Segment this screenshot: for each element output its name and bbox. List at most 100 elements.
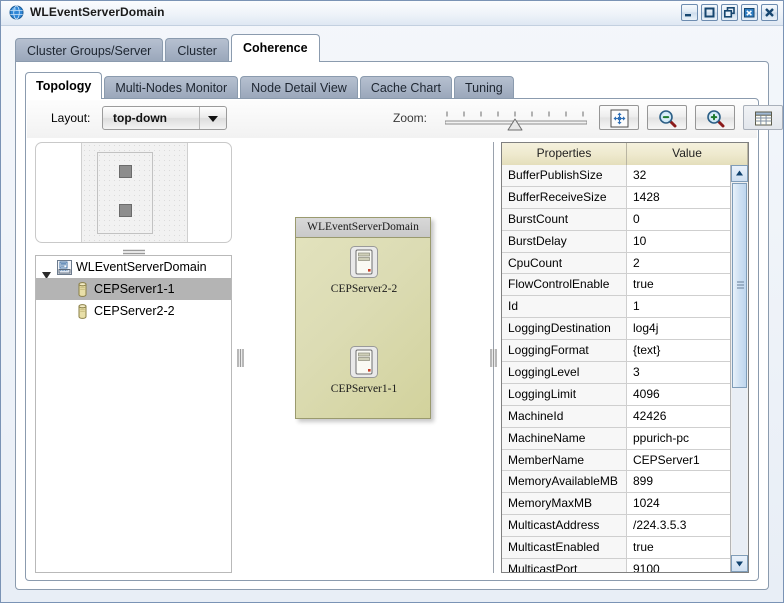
column-header-properties[interactable]: Properties [502,143,627,165]
splitter-grip-icon [237,348,244,367]
property-name-cell: MachineName [502,427,627,449]
outer-tab-panel: Topology Multi-Nodes Monitor Node Detail… [15,61,783,590]
tree-item-label: WLEventServerDomain [76,260,207,274]
left-splitter[interactable] [234,142,247,573]
tree-item-cepserver1-1[interactable]: CEPServer1-1 [36,278,231,300]
table-row[interactable]: MemoryAvailableMB 899 [502,471,731,494]
property-name-cell: MulticastEnabled [502,537,627,559]
tab-topology[interactable]: Topology [25,72,103,99]
property-value-cell: 42426 [627,405,731,427]
properties-table-body: BufferPublishSize 32 BufferReceiveSize 1428… [502,165,731,572]
graph-group-title: WLEventServerDomain [296,218,430,238]
property-value-cell: 1024 [627,493,731,515]
zoom-label: Zoom: [393,111,428,125]
table-row[interactable]: LoggingDestination log4j [502,318,731,341]
property-value-cell: {text} [627,340,731,362]
scrollbar-track[interactable] [732,183,747,554]
overview-resize-handle[interactable] [123,245,145,255]
property-value-cell: 2 [627,252,731,274]
scrollbar-thumb[interactable] [732,183,747,388]
table-row[interactable]: MemoryMaxMB 1024 [502,493,731,516]
layout-dropdown[interactable]: top-down [102,106,227,130]
property-name-cell: LoggingDestination [502,318,627,340]
close-box-icon[interactable] [741,4,758,21]
tab-node-detail-view[interactable]: Node Detail View [240,76,358,99]
property-name-cell: LoggingLimit [502,383,627,405]
table-row[interactable]: MachineName ppurich-pc [502,427,731,450]
table-row[interactable]: FlowControlEnable true [502,274,731,297]
chevron-down-icon[interactable] [199,107,226,129]
property-value-cell: log4j [627,318,731,340]
table-row[interactable]: MulticastEnabled true [502,537,731,560]
scroll-up-button[interactable] [731,165,748,182]
property-name-cell: MulticastPort [502,559,627,572]
splitter-grip-icon [490,348,497,367]
server-node-icon [350,346,378,381]
topology-graph-canvas[interactable]: WLEventServerDomain CEPServer2-2 CEPServ… [247,142,487,573]
close-button[interactable] [761,4,778,21]
tab-multi-nodes-monitor[interactable]: Multi-Nodes Monitor [104,76,239,99]
table-row[interactable]: Id 1 [502,296,731,319]
zoom-in-button[interactable] [695,105,735,130]
toggle-table-button[interactable] [743,105,783,130]
table-row[interactable]: LoggingLevel 3 [502,362,731,384]
fit-to-screen-button[interactable] [599,105,639,130]
column-header-value[interactable]: Value [627,143,748,165]
table-row[interactable]: MulticastPort 9100 [502,559,731,572]
properties-table-header: Properties Value [502,143,748,166]
maximize-button[interactable] [701,4,718,21]
tab-cluster[interactable]: Cluster [165,38,229,62]
table-row[interactable]: BurstCount 0 [502,208,731,231]
table-row[interactable]: CpuCount 2 [502,252,731,275]
window-title: WLEventServerDomain [30,5,165,19]
property-value-cell: 3 [627,362,731,383]
table-row[interactable]: LoggingLimit 4096 [502,383,731,406]
table-row[interactable]: MachineId 42426 [502,405,731,428]
zoom-out-button[interactable] [647,105,687,130]
property-value-cell: 4096 [627,383,731,405]
restore-button[interactable] [721,4,738,21]
property-value-cell: true [627,537,731,559]
graph-node-label: CEPServer1-1 [330,383,398,395]
window-controls [681,4,778,21]
graph-node-cepserver2-2[interactable]: CEPServer2-2 [304,246,424,295]
table-row[interactable]: MemberName CEPServer1 [502,449,731,472]
scrollbar-grip-icon [737,280,744,294]
property-value-cell: /224.3.5.3 [627,515,731,537]
property-name-cell: MemoryMaxMB [502,493,627,515]
table-row[interactable]: BufferPublishSize 32 [502,165,731,187]
property-name-cell: FlowControlEnable [502,274,627,296]
application-window: WLEventServerDomain Cluster Groups/Serve… [0,0,784,603]
minimize-button[interactable] [681,4,698,21]
tree-item-cepserver2-2[interactable]: CEPServer2-2 [36,300,231,322]
layout-label: Layout: [51,111,91,125]
property-name-cell: MulticastAddress [502,515,627,537]
graph-node-cepserver1-1[interactable]: CEPServer1-1 [304,346,424,395]
property-value-cell: 0 [627,208,731,230]
tab-cache-chart[interactable]: Cache Chart [359,76,452,99]
globe-icon [9,5,24,20]
outer-tab-strip: Cluster Groups/Server Cluster Coherence [15,34,322,62]
table-row[interactable]: MulticastAddress/224.3.5.3 [502,515,731,538]
tab-tuning[interactable]: Tuning [454,76,514,99]
tree-item-wleventserverdomain[interactable]: WLEventServerDomain [36,256,231,279]
table-row[interactable]: BufferReceiveSize 1428 [502,186,731,209]
overview-thumbnail[interactable] [35,142,232,243]
right-splitter[interactable] [487,142,500,573]
node-cylinder-icon [76,304,89,326]
topology-panel: Layout: top-down Zoom: WLEventServerDoma… [25,98,783,581]
property-name-cell: MemberName [502,449,627,471]
property-name-cell: CpuCount [502,252,627,274]
scroll-down-button[interactable] [731,555,748,572]
tree-item-label: CEPServer1-1 [94,282,175,296]
properties-scrollbar[interactable] [730,165,748,572]
property-name-cell: MachineId [502,405,627,427]
tab-coherence[interactable]: Coherence [230,34,320,62]
topology-content: WLEventServerDomain CEPServer1-1 CEPServ… [27,138,757,579]
table-row[interactable]: LoggingFormat {text} [502,340,731,363]
tab-cluster-groups-server[interactable]: Cluster Groups/Server [15,38,164,62]
graph-group-wleventserverdomain[interactable]: WLEventServerDomain CEPServer2-2 CEPServ… [295,217,431,419]
tree-item-label: CEPServer2-2 [94,304,175,318]
zoom-slider[interactable] [444,110,588,132]
table-row[interactable]: BurstDelay 10 [502,230,731,253]
